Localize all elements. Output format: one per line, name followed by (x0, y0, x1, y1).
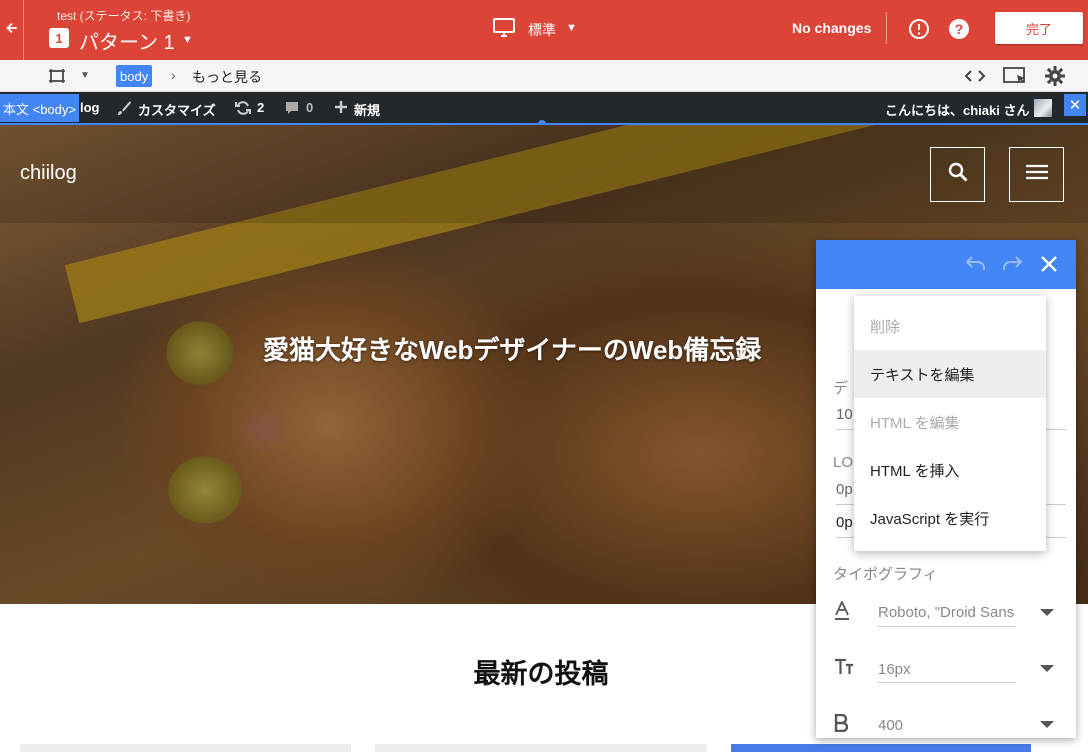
close-icon[interactable] (1038, 253, 1060, 280)
font-weight-caret-icon[interactable] (1040, 721, 1054, 728)
redo-icon[interactable] (1000, 254, 1024, 279)
logo-value-2[interactable]: 0p (836, 514, 853, 531)
wp-customize-link[interactable]: カスタマイズ (116, 100, 216, 119)
menu-item-delete[interactable]: 削除 (854, 302, 1046, 350)
logo-value-1[interactable]: 0p (836, 481, 853, 498)
post-card[interactable] (20, 744, 351, 752)
site-header (0, 125, 1088, 223)
more-link[interactable]: もっと見る (192, 67, 262, 87)
optimize-topbar: test (ステータス: 下書き) 1 パターン 1 ▼ 標準 ▼ No cha… (0, 0, 1088, 60)
post-card[interactable] (731, 744, 1031, 752)
post-card[interactable] (375, 744, 707, 752)
site-menu-button[interactable] (1009, 147, 1064, 202)
close-icon[interactable]: ✕ (1064, 94, 1086, 116)
search-icon (947, 161, 969, 188)
wp-updates-count: 2 (257, 100, 265, 115)
menu-item-insert-html[interactable]: HTML を挿入 (854, 446, 1046, 494)
logo-section-label: LO (833, 454, 854, 471)
panel-header (816, 240, 1076, 289)
field-underline (878, 682, 1016, 683)
field-underline (878, 626, 1016, 627)
element-tag-label: 本文 <body> (0, 94, 79, 122)
typography-label: タイポグラフィ (833, 566, 938, 583)
font-size-icon (834, 658, 854, 681)
font-family-caret-icon[interactable] (1040, 609, 1054, 616)
editor-toolbar: ▼ body › もっと見る (0, 60, 1088, 92)
experiment-subtitle: test (ステータス: 下書き) (57, 9, 191, 23)
wp-comments-count: 0 (306, 100, 314, 115)
back-arrow-icon (5, 21, 18, 39)
site-search-button[interactable] (930, 147, 985, 202)
frame-dropdown-caret-icon[interactable]: ▼ (80, 70, 90, 81)
variant-number-badge: 1 (49, 28, 69, 48)
avatar[interactable] (1034, 99, 1052, 117)
font-size-caret-icon[interactable] (1040, 665, 1054, 672)
site-title[interactable]: chiilog (20, 162, 77, 185)
element-context-menu: 削除 テキストを編集 HTML を編集 HTML を挿入 JavaScript … (854, 296, 1046, 551)
code-icon[interactable] (964, 67, 986, 90)
hero-heading: 愛猫大好きなWebデザイナーのWeb備忘録 (263, 335, 762, 365)
wp-user-greeting[interactable]: こんにちは、chiaki さん (885, 100, 1029, 119)
chevron-right-icon: › (171, 67, 176, 83)
menu-item-edit-text[interactable]: テキストを編集 (854, 350, 1046, 398)
done-button[interactable]: 完了 (995, 12, 1083, 44)
wp-new-label: 新規 (354, 103, 381, 118)
font-weight-bold-icon (834, 713, 849, 737)
font-weight-select[interactable]: 400 (878, 717, 1016, 734)
device-dropdown-caret-icon[interactable]: ▼ (566, 22, 577, 34)
design-value[interactable]: 10 (836, 406, 853, 423)
back-button[interactable] (0, 0, 24, 60)
menu-item-edit-html[interactable]: HTML を編集 (854, 398, 1046, 446)
font-family-icon (834, 599, 850, 626)
wp-new-link[interactable]: 新規 (334, 100, 380, 119)
device-mode-label[interactable]: 標準 (528, 20, 556, 40)
save-status: No changes (792, 20, 872, 36)
topbar-divider (886, 12, 887, 44)
element-frame-icon[interactable] (48, 68, 66, 89)
desktop-monitor-icon[interactable] (493, 18, 515, 43)
preview-cursor-icon[interactable] (1003, 66, 1027, 91)
selected-element-chip[interactable]: body (116, 65, 153, 87)
variant-title[interactable]: パターン 1 (79, 26, 175, 55)
wp-site-name[interactable]: log (80, 100, 100, 115)
wp-admin-bar: 本文 <body> log カスタマイズ 2 0 新規 こんにちは、chiaki… (0, 92, 1088, 124)
undo-icon[interactable] (964, 254, 988, 279)
wp-comments-link[interactable]: 0 (284, 100, 313, 119)
wp-updates-link[interactable]: 2 (235, 100, 264, 119)
svg-text:?: ? (955, 21, 964, 37)
design-section-label: デ (833, 380, 849, 397)
font-size-select[interactable]: 16px (878, 661, 1016, 678)
refresh-icon (235, 100, 251, 119)
comment-bubble-icon (284, 100, 300, 119)
brush-icon (116, 100, 132, 119)
hamburger-menu-icon (1025, 164, 1048, 185)
plus-icon (334, 100, 348, 119)
variant-dropdown-caret-icon[interactable]: ▼ (182, 34, 193, 46)
font-family-select[interactable]: Roboto, "Droid Sans (878, 604, 1016, 621)
menu-item-run-javascript[interactable]: JavaScript を実行 (854, 494, 1046, 542)
diagnostics-alert-icon[interactable] (908, 18, 930, 45)
help-icon[interactable]: ? (948, 18, 970, 45)
wp-customize-label: カスタマイズ (138, 103, 216, 118)
gear-icon[interactable] (1044, 65, 1066, 92)
